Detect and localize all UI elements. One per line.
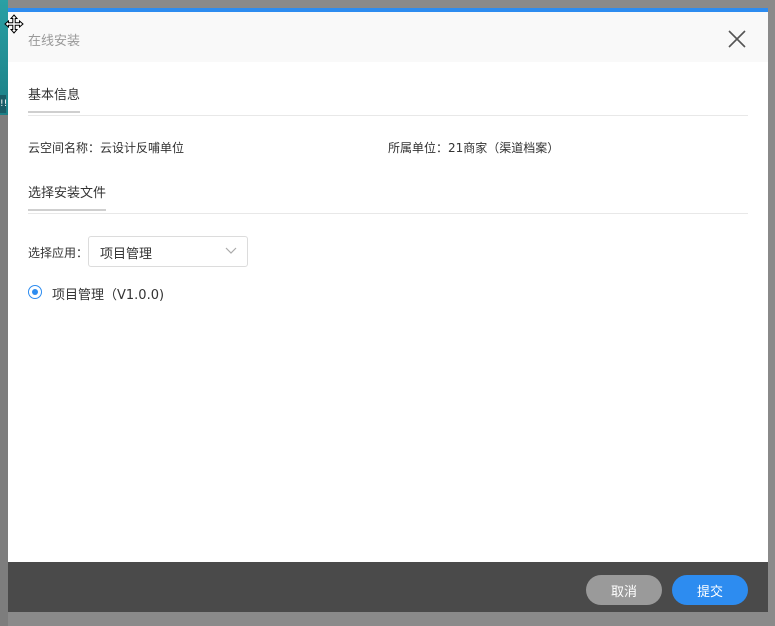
cancel-button[interactable]: 取消 <box>586 575 662 605</box>
app-version-label: 项目管理（V1.0.0) <box>52 288 165 303</box>
install-files-section: 选择安装文件 <box>28 182 748 211</box>
basic-info-title: 基本信息 <box>28 84 81 113</box>
unit-text: 所属单位：21商家（渠道档案） <box>388 141 560 155</box>
background-marker: !!! <box>0 95 11 113</box>
install-files-divider <box>28 213 748 214</box>
app-select[interactable]: 项目管理 <box>88 236 248 267</box>
submit-button[interactable]: 提交 <box>672 575 748 605</box>
basic-info-divider <box>28 115 748 116</box>
basic-info-section: 基本信息 <box>28 84 748 113</box>
dialog-footer: 取消 提交 <box>8 562 768 612</box>
space-name-text: 云空间名称：云设计反哺单位 <box>28 141 185 155</box>
dialog-title: 在线安装 <box>28 34 81 49</box>
dialog-header: 在线安装 <box>8 12 768 62</box>
close-icon[interactable] <box>726 28 748 50</box>
select-app-label: 选择应用： <box>28 246 89 260</box>
app-select-row: 选择应用： 项目管理 <box>28 236 428 267</box>
install-files-title: 选择安装文件 <box>28 182 107 211</box>
install-dialog: 在线安装 基本信息 云空间名称：云设计反哺单位 所属单位：21商家（渠道档案） … <box>8 8 768 612</box>
move-cursor-icon <box>4 14 24 34</box>
radio-button[interactable] <box>28 285 42 299</box>
app-select-value: 项目管理 <box>100 247 153 262</box>
chevron-down-icon <box>225 247 237 254</box>
radio-selected-dot <box>32 289 38 295</box>
